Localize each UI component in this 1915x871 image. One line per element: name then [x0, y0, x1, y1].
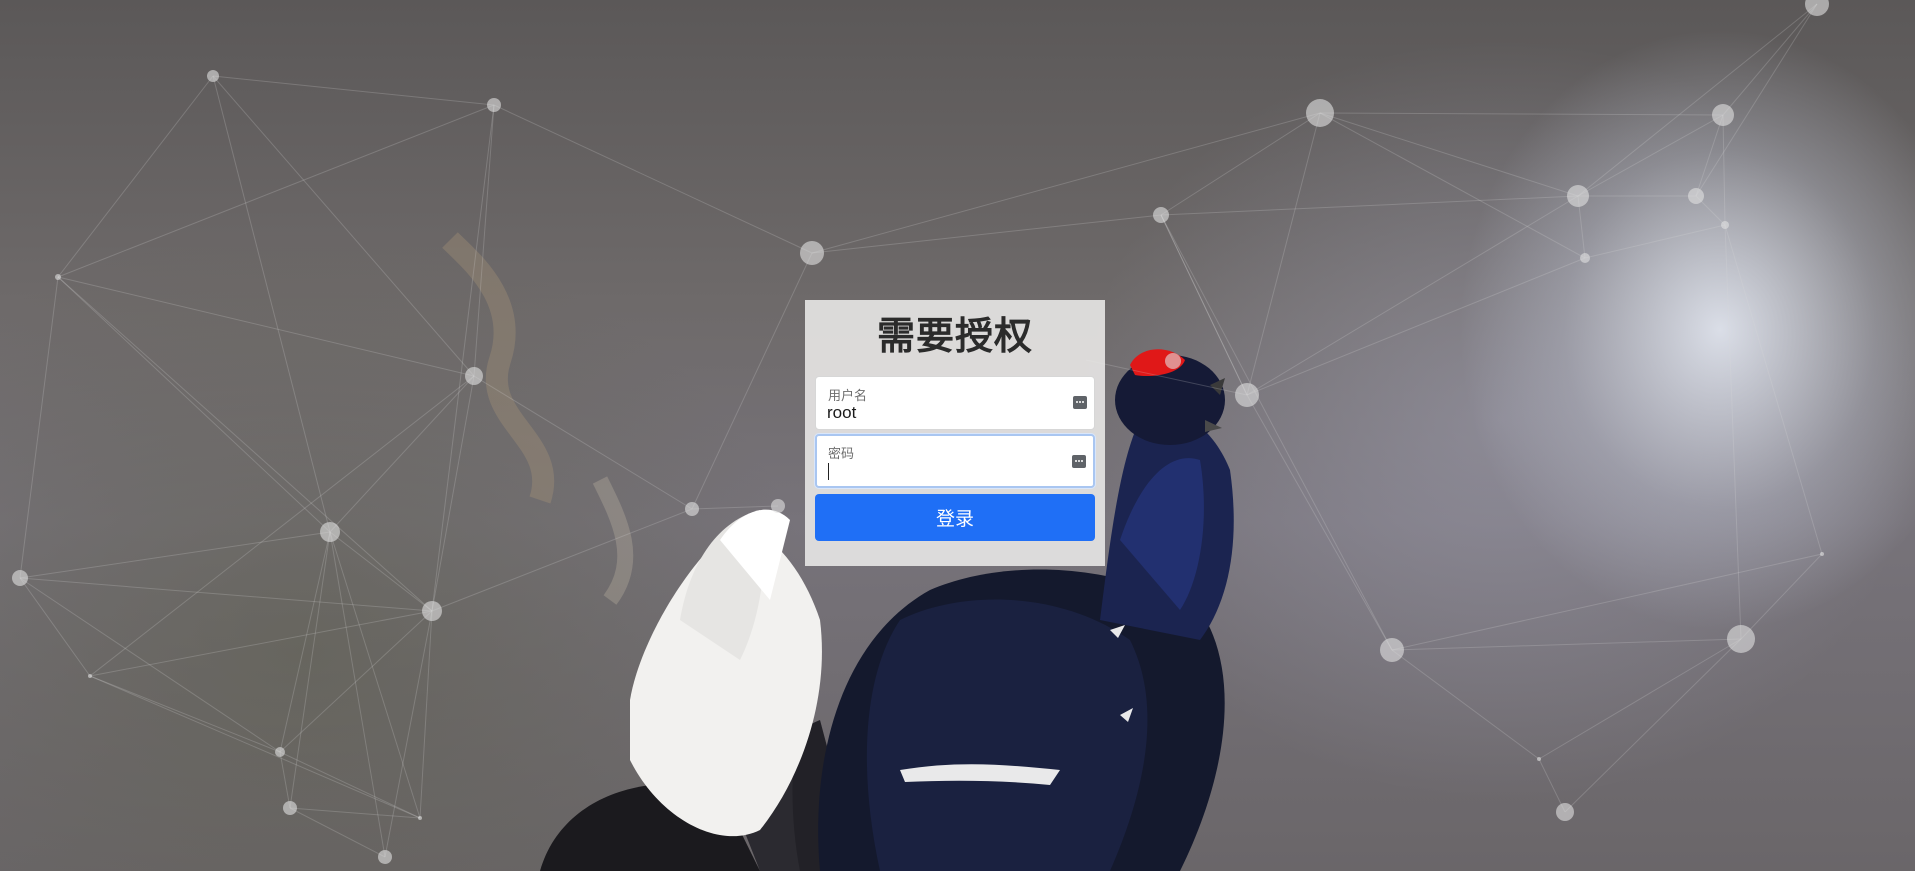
password-manager-icon[interactable]	[1072, 455, 1086, 468]
password-input[interactable]	[827, 460, 1057, 482]
password-field[interactable]: 密码	[815, 434, 1095, 488]
text-caret	[828, 463, 829, 480]
password-manager-icon[interactable]	[1073, 396, 1087, 409]
username-input[interactable]	[827, 402, 1057, 424]
login-button[interactable]: 登录	[815, 494, 1095, 541]
username-field[interactable]: 用户名	[815, 376, 1095, 430]
page-title: 需要授权	[876, 314, 1033, 358]
login-panel: 需要授权 用户名 密码 登录	[805, 300, 1105, 566]
